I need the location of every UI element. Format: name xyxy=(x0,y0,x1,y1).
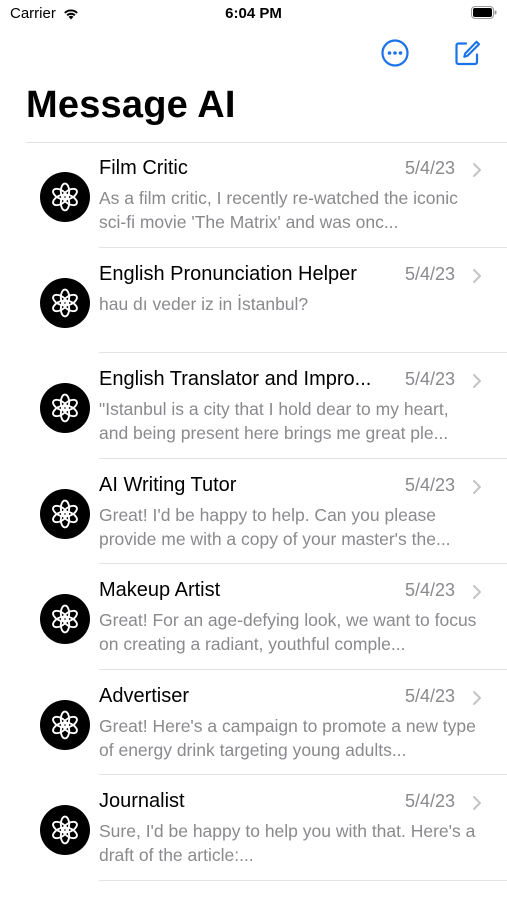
chevron-right-icon xyxy=(473,585,481,599)
conversation-title: Journalist xyxy=(99,790,185,812)
conversation-row[interactable]: AI Writing Tutor 5/4/23 Great! I'd be happ… xyxy=(0,459,507,564)
openai-logo-icon xyxy=(40,488,90,539)
conversation-date: 5/4/23 xyxy=(405,791,456,811)
openai-logo-icon xyxy=(40,699,90,750)
conversation-preview: As a film critic, I recently re-watched … xyxy=(99,188,458,232)
conversation-row[interactable]: Journalist 5/4/23 Sure, I'd be happy to he… xyxy=(0,775,507,881)
chevron-right-icon xyxy=(473,690,481,705)
battery-icon xyxy=(471,6,497,19)
conversation-date: 5/4/23 xyxy=(405,263,456,284)
conversation-preview: "Istanbul is a city that I hold dear to … xyxy=(99,399,449,443)
chevron-right-icon xyxy=(473,479,481,494)
compose-icon[interactable] xyxy=(452,38,482,68)
conversation-row[interactable]: English Translator and Impro... 5/4/23 "Is… xyxy=(0,353,507,459)
conversation-preview: Great! I'd be happy to help. Can you ple… xyxy=(99,504,451,549)
conversation-title: Makeup Artist xyxy=(99,579,221,601)
conversation-row[interactable]: English Pronunciation Helper 5/4/23 hau dı… xyxy=(0,248,507,353)
conversation-date: 5/4/23 xyxy=(405,158,456,178)
row-separator xyxy=(99,879,507,881)
conversation-row[interactable]: Film Critic 5/4/23 As a film critic, I rec… xyxy=(0,142,507,248)
chevron-right-icon xyxy=(473,268,481,283)
conversation-title: Film Critic xyxy=(99,157,188,179)
openai-logo-icon xyxy=(40,383,90,433)
chevron-right-icon xyxy=(473,796,481,810)
page-title: Message AI xyxy=(26,84,236,126)
conversation-preview: Great! Here's a campaign to promote a ne… xyxy=(99,715,476,760)
conversation-title: AI Writing Tutor xyxy=(99,473,237,496)
conversation-title: English Translator and Impro... xyxy=(99,368,372,390)
conversation-date: 5/4/23 xyxy=(405,369,456,389)
conversation-date: 5/4/23 xyxy=(405,580,456,600)
conversation-row[interactable]: Advertiser 5/4/23 Great! Here's a campaign… xyxy=(0,670,507,775)
openai-logo-icon xyxy=(40,594,90,644)
openai-logo-icon xyxy=(40,277,90,328)
conversation-title: Advertiser xyxy=(99,684,190,707)
openai-logo-icon xyxy=(40,172,90,222)
status-bar: Carrier 6:04 PM xyxy=(0,0,507,30)
conversation-preview: Great! For an age-defying look, we want … xyxy=(99,610,477,654)
conversation-preview: Sure, I'd be happy to help you with that… xyxy=(99,821,476,865)
screen: Carrier 6:04 PM Message AI Film Critic 5/… xyxy=(0,0,507,900)
chevron-right-icon xyxy=(473,163,481,177)
conversation-row[interactable]: Makeup Artist 5/4/23 Great! For an age-def… xyxy=(0,564,507,670)
ellipsis-circle-icon[interactable] xyxy=(380,38,410,68)
conversation-preview: hau dı veder iz in İstanbul? xyxy=(99,293,309,314)
chevron-right-icon xyxy=(473,374,481,388)
conversation-list: Film Critic 5/4/23 As a film critic, I rec… xyxy=(0,142,507,881)
conversation-title: English Pronunciation Helper xyxy=(99,262,357,285)
openai-logo-icon xyxy=(40,805,90,855)
conversation-date: 5/4/23 xyxy=(405,474,456,495)
status-time: 6:04 PM xyxy=(225,5,282,22)
conversation-date: 5/4/23 xyxy=(405,685,456,706)
